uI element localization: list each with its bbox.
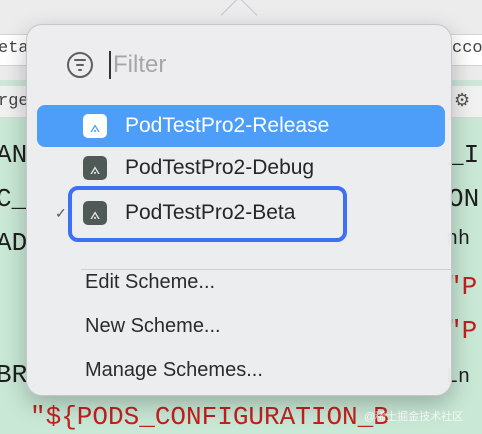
annotation-highlight [68, 186, 347, 242]
filter-row [67, 51, 369, 79]
scheme-label: PodTestPro2-Debug [125, 156, 315, 179]
edit-scheme-item[interactable]: Edit Scheme... [85, 269, 215, 295]
code-fragment: C_ [0, 184, 28, 214]
code-line: "${PODS_CONFIGURATION_B [30, 402, 389, 432]
tab-fragment-left[interactable]: eta [0, 39, 29, 58]
code-fragment: BR [0, 360, 28, 390]
scheme-item-debug[interactable]: ⟑ PodTestPro2-Debug [37, 147, 445, 189]
scheme-item-release[interactable]: ⟑ PodTestPro2-Release [37, 105, 445, 147]
code-fragment: _I [448, 140, 480, 170]
filter-icon [67, 52, 93, 78]
manage-schemes-item[interactable]: Manage Schemes... [85, 357, 263, 383]
path-fragment[interactable]: rge [0, 92, 29, 111]
gear-icon[interactable]: ⚙ [454, 90, 470, 111]
tab-fragment-right[interactable]: cco [452, 39, 482, 58]
filter-input[interactable] [109, 51, 369, 79]
code-fragment: AN [0, 140, 28, 170]
checkmark-icon: ✓ [55, 204, 67, 221]
watermark: @稀土掘金技术社区 [364, 411, 464, 423]
code-fragment: ON [448, 184, 480, 214]
new-scheme-item[interactable]: New Scheme... [85, 313, 221, 339]
code-fragment: AD [0, 228, 28, 258]
scheme-label: PodTestPro2-Release [125, 114, 330, 137]
app-icon: ⟑ [83, 156, 107, 180]
app-icon: ⟑ [83, 114, 107, 138]
